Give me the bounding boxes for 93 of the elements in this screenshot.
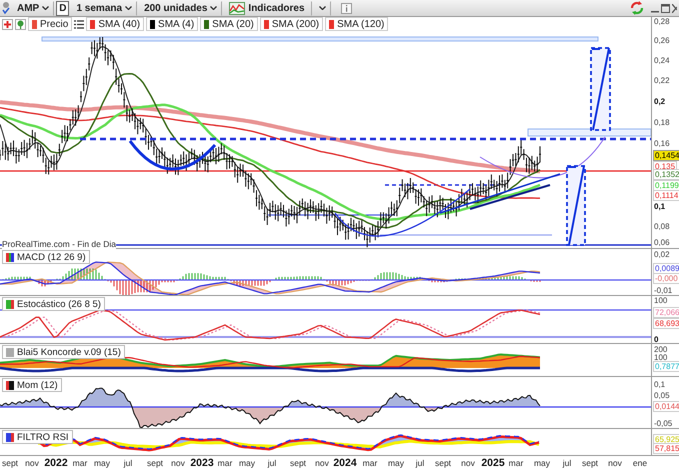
axis-label: 0,06 xyxy=(653,238,671,247)
indicators-menu-button[interactable] xyxy=(310,0,331,16)
axis-label: may xyxy=(238,458,256,468)
axis-label: 0,0144 xyxy=(653,401,679,412)
axis-label: 0,05 xyxy=(653,391,671,400)
info-icon[interactable] xyxy=(340,2,352,14)
axis-label: ene xyxy=(632,458,648,468)
legend-item[interactable]: SMA (200) xyxy=(260,17,324,31)
legend-item[interactable]: SMA (120) xyxy=(325,17,388,31)
axis-label: 100 xyxy=(653,353,668,362)
indicator-title[interactable]: MACD (12 26 9) xyxy=(2,250,90,264)
color-swatch-icon xyxy=(6,380,14,390)
add-icon[interactable] xyxy=(2,18,13,30)
axis-label: 0,26 xyxy=(653,36,671,45)
axis-label: 200 xyxy=(653,345,668,354)
color-swatch-icon xyxy=(6,300,14,308)
axis-label: 0,1 xyxy=(653,202,666,211)
axis-label: -0,000 xyxy=(653,273,679,284)
axis-label: jul xyxy=(124,458,132,468)
axis-label: 2023 xyxy=(190,457,214,469)
account-icon[interactable] xyxy=(2,1,10,15)
legend-item[interactable]: SMA (4) xyxy=(146,17,198,31)
axis-label: 0,24 xyxy=(653,56,671,65)
axis-label: mar xyxy=(508,458,524,468)
color-swatch-icon xyxy=(6,348,14,356)
axis-label: 0,2 xyxy=(653,97,666,106)
axis-label: 2022 xyxy=(44,457,68,469)
indicators-button[interactable]: Indicadores xyxy=(224,0,309,16)
axis-label: jul xyxy=(268,458,276,468)
axis-label: mar xyxy=(218,458,232,468)
axis-label: -0,05 xyxy=(653,419,674,428)
axis-label: 0,22 xyxy=(653,76,671,85)
indicator-title[interactable]: Mom (12) xyxy=(2,378,62,392)
axis-label: 0,1352 xyxy=(653,169,679,180)
legend-item[interactable]: SMA (40) xyxy=(86,17,144,31)
axis-label: nov xyxy=(461,458,475,468)
close-icon[interactable] xyxy=(672,4,677,12)
tree-icon[interactable] xyxy=(15,18,26,30)
axis-label: may xyxy=(388,458,404,468)
axis-label: nov xyxy=(25,458,39,468)
indicator-title[interactable]: Blai5 Koncorde v.09 (15) xyxy=(2,345,125,359)
color-swatch-icon xyxy=(6,252,14,262)
caret-icon xyxy=(210,6,218,10)
axis-label: -0,01 xyxy=(653,286,674,295)
caret-icon xyxy=(42,6,50,10)
axis-label: 0 xyxy=(653,335,660,344)
axis-label: mar xyxy=(362,458,378,468)
axis-label: 57,815 xyxy=(653,443,679,454)
axis-label: sept xyxy=(146,458,164,468)
axis-label: may xyxy=(534,458,550,468)
axis-label: 0,08 xyxy=(653,222,671,231)
caret-icon xyxy=(318,6,326,10)
list-icon[interactable] xyxy=(74,20,84,28)
axis-label: 0,7877 xyxy=(653,361,679,372)
timeframe-dropdown[interactable]: 1 semana xyxy=(71,0,138,16)
axis-label: 0,0089 xyxy=(653,263,679,274)
axis-label: 0,18 xyxy=(653,118,671,127)
axis-label: 0,28 xyxy=(653,17,671,26)
color-swatch-icon xyxy=(6,432,14,442)
axis-label: mar xyxy=(72,458,88,468)
indicator-title[interactable]: Estocástico (26 8 5) xyxy=(2,297,105,311)
maximize-icon[interactable] xyxy=(661,4,670,12)
indicator-title[interactable]: FILTRO RSI xyxy=(2,430,73,444)
axis-label: 68,693 xyxy=(653,318,679,329)
caret-icon xyxy=(125,6,132,10)
axis-label: nov xyxy=(608,458,622,468)
axis-label: 100 xyxy=(653,296,668,305)
axis-label: 0,16 xyxy=(653,139,671,148)
axis-label: nov xyxy=(171,458,185,468)
period-button[interactable]: D xyxy=(56,0,70,16)
axis-label: 72,066 xyxy=(653,307,679,318)
axis-label: 2024 xyxy=(333,457,357,469)
axis-label: sept xyxy=(434,458,452,468)
axis-label: sept xyxy=(290,458,306,468)
legend-item[interactable]: Precio xyxy=(28,17,72,31)
data-source-text: ProRealTime.com - Fin de Dia xyxy=(2,240,116,249)
refresh-icon[interactable] xyxy=(629,1,645,15)
axis-label: 0,1199 xyxy=(653,180,679,191)
legend-item[interactable]: SMA (20) xyxy=(200,17,258,31)
axis-label: 0,1114 xyxy=(653,190,679,201)
axis-label: 0,02 xyxy=(653,250,671,259)
axis-label: may xyxy=(94,458,110,468)
axis-label: 0,1454 xyxy=(653,150,679,161)
axis-label: jul xyxy=(416,458,424,468)
axis-label: nov xyxy=(315,458,329,468)
axis-label: sept xyxy=(582,458,598,468)
axis-label: 2025 xyxy=(481,457,505,469)
units-dropdown[interactable]: 200 unidades xyxy=(139,0,222,16)
axis-label: jul xyxy=(562,458,572,468)
axis-label: sept xyxy=(2,458,18,468)
symbol-dropdown[interactable]: AMP xyxy=(12,0,54,16)
chart-icon xyxy=(229,2,246,14)
axis-label: 0,1 xyxy=(653,380,666,389)
